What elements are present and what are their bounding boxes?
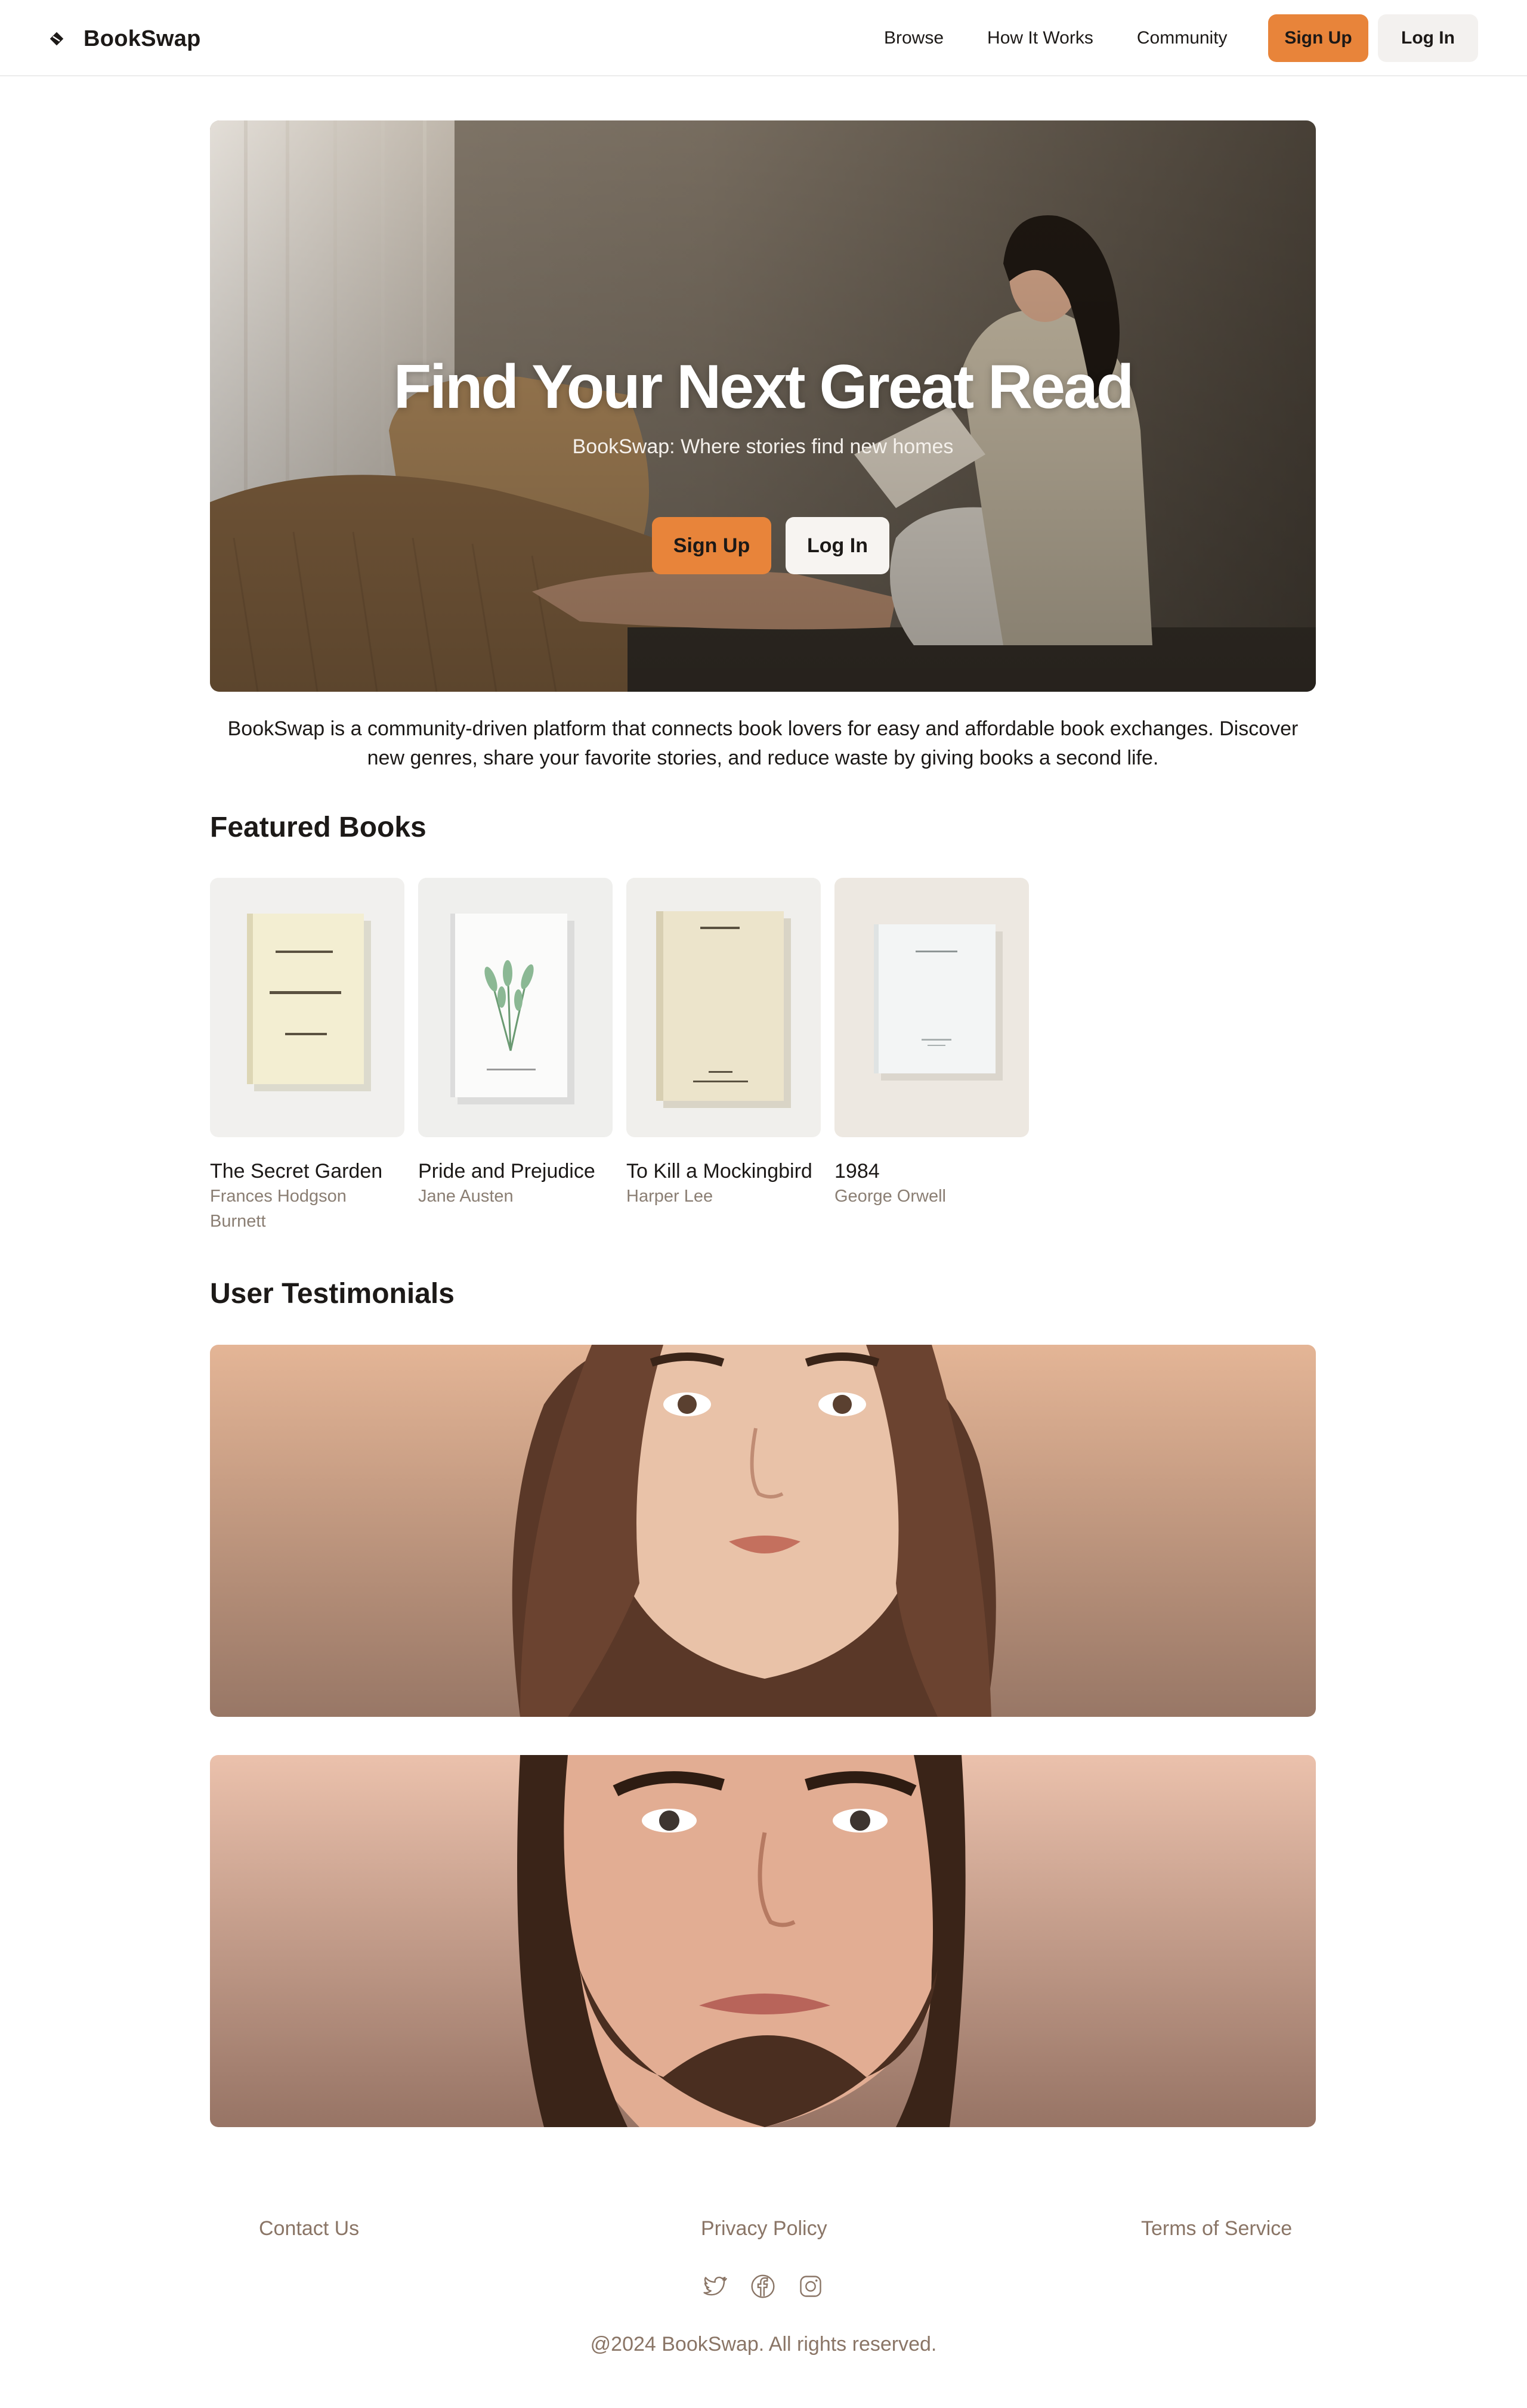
brand-logo[interactable]: BookSwap: [48, 24, 201, 54]
main-nav: Browse How It Works Community: [884, 14, 1271, 62]
copyright-text: @2024 BookSwap. All rights reserved.: [590, 2333, 937, 2356]
instagram-icon[interactable]: [797, 2273, 824, 2299]
book-author: Frances Hodgson Burnett: [210, 1187, 347, 1231]
hero-signup-button[interactable]: Sign Up: [652, 517, 771, 574]
footer-privacy-link[interactable]: Privacy Policy: [701, 2217, 827, 2240]
hero-title: Find Your Next Great Read: [393, 352, 1135, 422]
intro-text: BookSwap is a community-driven platform …: [227, 717, 1299, 769]
book-cover-image: [418, 878, 613, 1137]
hero-subtitle: BookSwap: Where stories find new homes: [572, 435, 954, 458]
book-leaf-icon: [50, 32, 64, 46]
testimonial-card: [210, 1345, 1316, 1717]
nav-browse[interactable]: Browse: [884, 28, 944, 48]
facebook-icon[interactable]: [750, 2273, 776, 2299]
book-title: Pride and Prejudice: [418, 1160, 595, 1183]
footer-contact-link[interactable]: Contact Us: [259, 2217, 359, 2240]
testimonials-heading: User Testimonials: [210, 1278, 455, 1310]
header-signup-button[interactable]: Sign Up: [1268, 14, 1368, 62]
hero-login-button[interactable]: Log In: [786, 517, 889, 574]
nav-community[interactable]: Community: [1137, 28, 1228, 48]
testimonial-card: [210, 1755, 1316, 2127]
header-login-button[interactable]: Log In: [1378, 14, 1478, 62]
brand-name: BookSwap: [84, 26, 201, 51]
book-card[interactable]: 1984 George Orwell: [834, 878, 1029, 1209]
site-header: BookSwap Browse How It Works Community S…: [0, 0, 1527, 76]
book-card[interactable]: To Kill a Mockingbird Harper Lee: [626, 878, 821, 1209]
footer-terms-link[interactable]: Terms of Service: [1141, 2217, 1292, 2240]
book-title: 1984: [834, 1160, 880, 1183]
testimonial-man-portrait: [210, 1755, 1316, 2127]
book-author: George Orwell: [834, 1187, 946, 1206]
featured-books-heading: Featured Books: [210, 812, 426, 843]
nav-how-it-works[interactable]: How It Works: [987, 28, 1093, 48]
book-title: To Kill a Mockingbird: [626, 1160, 812, 1183]
book-cover-image: [626, 878, 821, 1137]
twitter-icon[interactable]: [701, 2273, 728, 2299]
testimonial-woman-portrait: [210, 1345, 1316, 1717]
book-card[interactable]: Pride and Prejudice Jane Austen: [418, 878, 613, 1209]
book-author: Jane Austen: [418, 1187, 514, 1206]
book-cover-image: [834, 878, 1029, 1137]
book-card[interactable]: The Secret Garden Frances Hodgson Burnet…: [210, 878, 404, 1234]
book-cover-image: [210, 878, 404, 1137]
book-author: Harper Lee: [626, 1187, 713, 1206]
book-title: The Secret Garden: [210, 1160, 383, 1183]
hero-banner: Find Your Next Great Read BookSwap: Wher…: [210, 120, 1316, 692]
